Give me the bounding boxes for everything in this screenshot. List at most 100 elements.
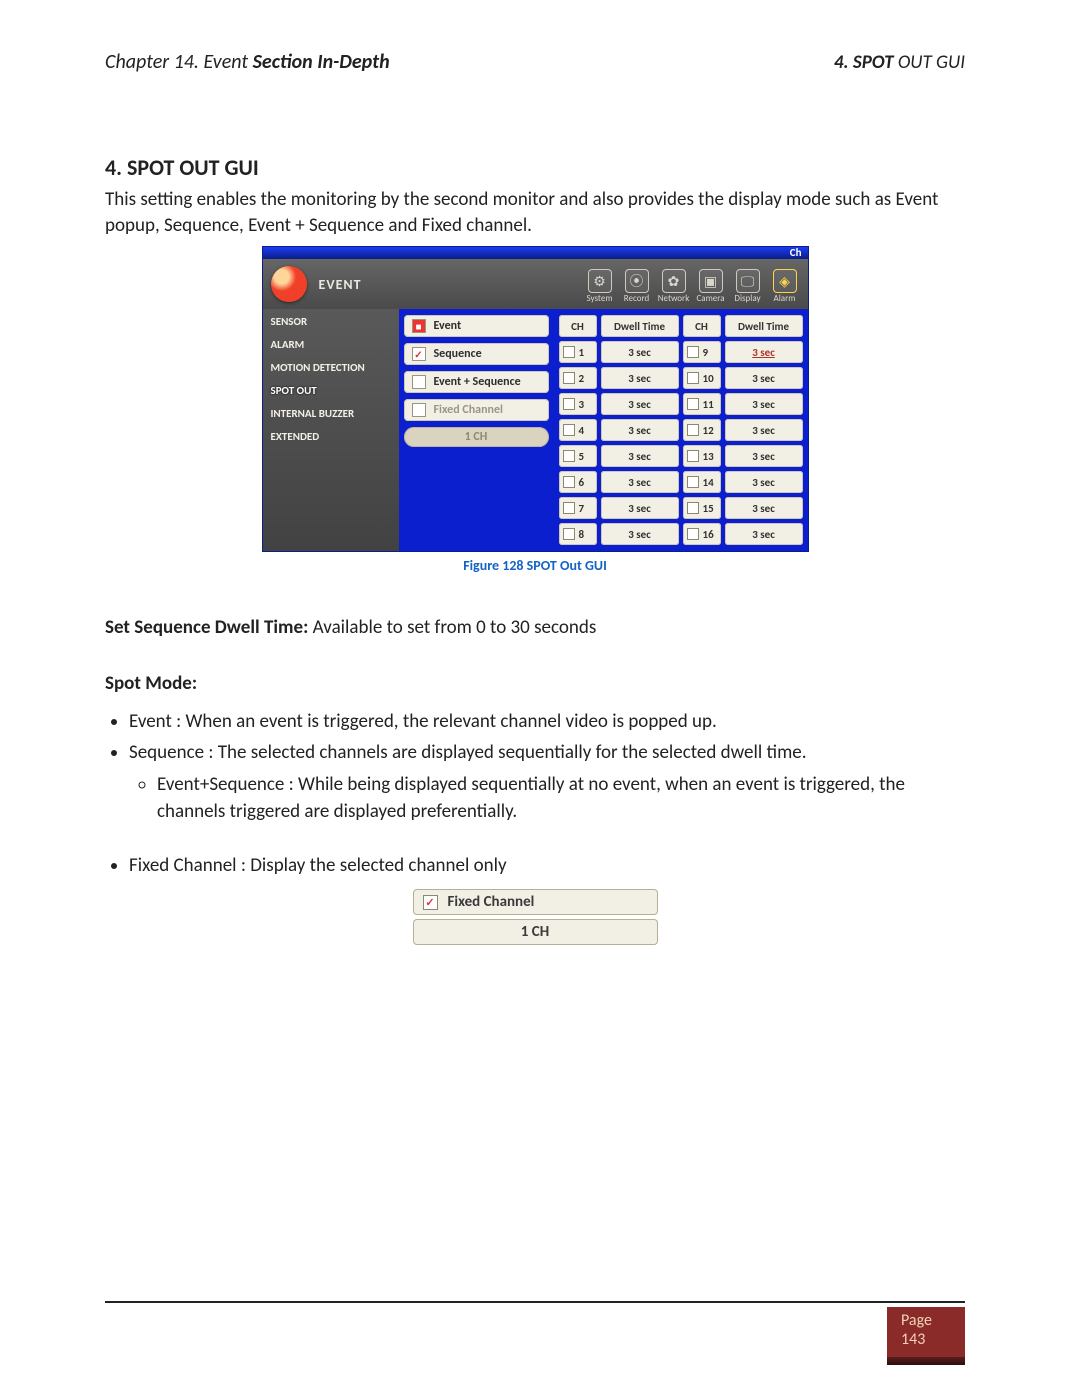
section-ref-rest: OUT GUI [894, 51, 965, 74]
nested-list: Event+Sequence : While being displayed s… [157, 771, 965, 826]
footer-rule [105, 1301, 965, 1303]
toolbar-alarm-button[interactable]: ◈Alarm [770, 264, 800, 304]
ch-cell[interactable]: 11 [683, 393, 721, 415]
section-ref: 4. SPOT OUT GUI [834, 51, 965, 74]
ch-cell[interactable]: 14 [683, 471, 721, 493]
dwell-cell[interactable]: 3 sec [601, 367, 679, 389]
gui-sidebar: SENSOR ALARM MOTION DETECTION SPOT OUT INTER… [263, 309, 399, 551]
gui-body: SENSOR ALARM MOTION DETECTION SPOT OUT INTER… [263, 309, 808, 551]
ch-checkbox-icon [687, 424, 699, 436]
page-label: Page [901, 1311, 951, 1330]
ch-cell[interactable]: 7 [559, 497, 597, 519]
gui-figure: Ch EVENT ⚙System⦿Record✿Network▣Camera🖵D… [263, 247, 808, 551]
ch-checkbox-icon [563, 450, 575, 462]
ch-cell[interactable]: 1 [559, 341, 597, 363]
mode-sequence[interactable]: ✓Sequence [404, 343, 549, 365]
ch-checkbox-icon [687, 502, 699, 514]
fixed-channel-checkbox[interactable]: ✓Fixed Channel [413, 889, 658, 915]
ch-checkbox-icon [687, 372, 699, 384]
chapter-prefix: Chapter 14. Event [105, 50, 253, 74]
dwell-cell[interactable]: 3 sec [725, 419, 803, 441]
alarm-light-icon [271, 266, 307, 302]
ch-cell[interactable]: 16 [683, 523, 721, 545]
spot-mode-list: Event : When an event is triggered, the … [129, 704, 965, 826]
ch-cell[interactable]: 2 [559, 367, 597, 389]
ch-cell[interactable]: 13 [683, 445, 721, 467]
ch-checkbox-icon [563, 346, 575, 358]
dwell-cell[interactable]: 3 sec [725, 523, 803, 545]
mode-fixed-channel[interactable]: Fixed Channel [404, 399, 549, 421]
ch-cell[interactable]: 9 [683, 341, 721, 363]
ch-checkbox-icon [687, 398, 699, 410]
mode-channel-value[interactable]: 1 CH [404, 427, 549, 447]
col-ch-header: CH [559, 315, 597, 337]
toolbar-camera-button[interactable]: ▣Camera [696, 264, 726, 304]
gui-titlebar: Ch [263, 247, 808, 259]
dwell-cell[interactable]: 3 sec [601, 523, 679, 545]
list-item: Fixed Channel : Display the selected cha… [129, 852, 965, 880]
dwell-cell[interactable]: 3 sec [601, 497, 679, 519]
dwell-cell[interactable]: 3 sec [601, 471, 679, 493]
dwell-cell[interactable]: 3 sec [601, 393, 679, 415]
toolbar-display-label: Display [734, 293, 760, 304]
ch-cell[interactable]: 6 [559, 471, 597, 493]
sidebar-item-sensor[interactable]: SENSOR [271, 315, 391, 328]
dwell-cell[interactable]: 3 sec [601, 445, 679, 467]
page-number: 143 [901, 1330, 951, 1349]
ch-checkbox-icon [563, 502, 575, 514]
gui-main: ■Event ✓Sequence Event + Sequence Fixed … [399, 309, 808, 551]
dwell-cell[interactable]: 3 sec [725, 341, 803, 363]
figure-caption: Figure 128 SPOT Out GUI [105, 557, 965, 574]
toolbar-record-button[interactable]: ⦿Record [622, 264, 652, 304]
ch-checkbox-icon [687, 528, 699, 540]
ch-cell[interactable]: 8 [559, 523, 597, 545]
toolbar-title-label: EVENT [319, 276, 362, 293]
ch-checkbox-icon [687, 450, 699, 462]
page-number-box: Page 143 [887, 1307, 965, 1357]
ch-cell[interactable]: 3 [559, 393, 597, 415]
toolbar-system-label: System [586, 293, 612, 304]
toolbar-network-label: Network [658, 293, 690, 304]
sidebar-item-buzzer[interactable]: INTERNAL BUZZER [271, 407, 391, 420]
ch-cell[interactable]: 12 [683, 419, 721, 441]
dwell-cell[interactable]: 3 sec [725, 471, 803, 493]
mode-sequence-label: Sequence [434, 347, 482, 361]
toolbar-network-button[interactable]: ✿Network [659, 264, 689, 304]
list-item: Sequence : The selected channels are dis… [129, 739, 965, 826]
section-ref-bold: 4. SPOT [834, 51, 894, 74]
ch-checkbox-icon [563, 476, 575, 488]
sidebar-item-motion[interactable]: MOTION DETECTION [271, 361, 391, 374]
page-number-shadow [887, 1357, 965, 1365]
col-ch2-header: CH [683, 315, 721, 337]
ch-cell[interactable]: 5 [559, 445, 597, 467]
dwell-cell[interactable]: 3 sec [725, 367, 803, 389]
dwell-cell[interactable]: 3 sec [601, 419, 679, 441]
toolbar-alarm-label: Alarm [774, 293, 796, 304]
dwell-cell[interactable]: 3 sec [725, 497, 803, 519]
fixed-channel-value[interactable]: 1 CH [413, 919, 658, 945]
toolbar-system-button[interactable]: ⚙System [585, 264, 615, 304]
toolbar-icons: ⚙System⦿Record✿Network▣Camera🖵Display◈Al… [585, 264, 808, 304]
dwell-cell[interactable]: 3 sec [601, 341, 679, 363]
section-intro: This setting enables the monitoring by t… [105, 187, 965, 239]
ch-checkbox-icon [563, 398, 575, 410]
dwell-cell[interactable]: 3 sec [725, 393, 803, 415]
ch-cell[interactable]: 15 [683, 497, 721, 519]
mode-event-sequence-label: Event + Sequence [434, 375, 521, 389]
sidebar-item-alarm[interactable]: ALARM [271, 338, 391, 351]
ch-cell[interactable]: 4 [559, 419, 597, 441]
mode-event-label: Event [434, 319, 462, 333]
toolbar-display-button[interactable]: 🖵Display [733, 264, 763, 304]
sidebar-item-spotout[interactable]: SPOT OUT [271, 384, 391, 397]
mode-event[interactable]: ■Event [404, 315, 549, 337]
mode-event-sequence[interactable]: Event + Sequence [404, 371, 549, 393]
dwell-cell[interactable]: 3 sec [725, 445, 803, 467]
dwell-table: CHDwell TimeCHDwell Time13 sec93 sec23 s… [554, 309, 808, 551]
ch-cell[interactable]: 10 [683, 367, 721, 389]
toolbar-camera-label: Camera [696, 293, 724, 304]
set-sequence-bold: Set Sequence Dwell Time: [105, 616, 313, 639]
page-footer: Page 143 [105, 1301, 965, 1365]
sidebar-item-extended[interactable]: EXTENDED [271, 430, 391, 443]
ch-checkbox-icon [563, 372, 575, 384]
list-item: Event+Sequence : While being displayed s… [157, 771, 965, 826]
